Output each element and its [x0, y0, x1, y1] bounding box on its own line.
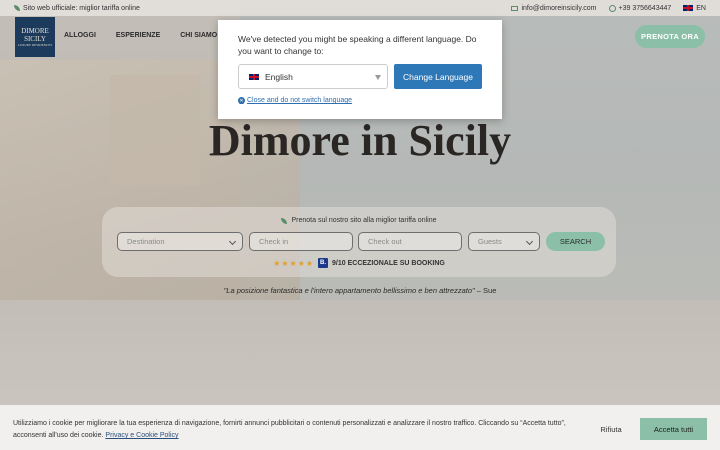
site-logo[interactable]: DIMORE SICILY LUXURY RESIDENCES: [15, 17, 55, 57]
rating-text: 9/10 ECCEZIONALE SU BOOKING: [332, 259, 445, 267]
language-code: EN: [696, 4, 706, 12]
top-bar: Sito web ufficiale: miglior tariffa onli…: [0, 0, 720, 16]
language-select[interactable]: English: [238, 64, 388, 89]
nav-item-alloggi[interactable]: ALLOGGI: [64, 32, 96, 39]
search-button[interactable]: SEARCH: [546, 232, 605, 251]
close-icon: ✕: [238, 97, 245, 104]
change-language-button[interactable]: Change Language: [394, 64, 482, 89]
uk-flag-icon: [249, 73, 259, 80]
reject-cookies-button[interactable]: Rifiuta: [590, 418, 632, 440]
close-popup-text: Close and do not switch language: [247, 97, 353, 104]
accept-cookies-button[interactable]: Accetta tutti: [640, 418, 707, 440]
email-text: info@dimoreinsicily.com: [521, 4, 597, 12]
language-popup-message: We've detected you might be speaking a d…: [238, 34, 477, 56]
language-switcher[interactable]: EN: [683, 5, 706, 12]
phone-text: +39 3756643447: [618, 4, 672, 12]
checkin-input[interactable]: Check in: [249, 232, 353, 251]
mail-icon: [511, 5, 519, 11]
guests-select[interactable]: Guests: [468, 232, 540, 251]
chevron-down-icon: [525, 237, 534, 246]
official-site-text: Sito web ufficiale: miglior tariffa onli…: [23, 4, 140, 12]
booking-logo-icon: B.: [318, 258, 329, 268]
whatsapp-icon: [608, 4, 616, 12]
hero-title: Dimore in Sicily: [208, 116, 512, 165]
search-note-text: Prenota sul nostro sito alla miglior tar…: [291, 217, 437, 224]
language-select-value: English: [265, 71, 293, 82]
email-link[interactable]: info@dimoreinsicily.com: [511, 4, 597, 12]
close-popup-link[interactable]: ✕ Close and do not switch language: [238, 97, 352, 104]
star-rating-icon: ★★★★★: [273, 258, 315, 268]
checkout-placeholder: Check out: [368, 237, 402, 246]
dropdown-arrow-icon: [375, 75, 381, 80]
destination-placeholder: Destination: [127, 237, 165, 246]
nav-item-chi-siamo[interactable]: CHI SIAMO: [180, 32, 217, 39]
nav-item-esperienze[interactable]: ESPERIENZE: [116, 32, 160, 39]
uk-flag-icon: [683, 5, 694, 11]
phone-link[interactable]: +39 3756643447: [608, 4, 672, 12]
quote-author: – Sue: [476, 286, 497, 295]
main-nav: ALLOGGI ESPERIENZE CHI SIAMO: [64, 32, 217, 39]
book-now-button[interactable]: PRENOTA ORA: [635, 25, 705, 48]
checkout-input[interactable]: Check out: [358, 232, 462, 251]
guest-quote: "La posizione fantastica e l'intero appa…: [0, 286, 720, 295]
checkin-placeholder: Check in: [259, 237, 289, 246]
chevron-down-icon: [228, 237, 237, 246]
cookie-text: Utilizziamo i cookie per migliorare la t…: [13, 418, 573, 442]
guests-placeholder: Guests: [478, 237, 502, 246]
privacy-policy-link[interactable]: Privacy e Cookie Policy: [105, 432, 178, 439]
search-note: Prenota sul nostro sito alla miglior tar…: [102, 217, 616, 224]
leaf-icon: [14, 5, 20, 11]
cookie-message: Utilizziamo i cookie per migliorare la t…: [13, 420, 566, 439]
quote-text: "La posizione fantastica e l'intero appa…: [223, 286, 475, 295]
search-card: Prenota sul nostro sito alla miglior tar…: [102, 207, 616, 277]
logo-tagline: LUXURY RESIDENCES: [17, 43, 53, 47]
destination-select[interactable]: Destination: [117, 232, 243, 251]
booking-rating: ★★★★★ B. 9/10 ECCEZIONALE SU BOOKING: [102, 258, 616, 268]
language-popup: We've detected you might be speaking a d…: [218, 20, 502, 119]
leaf-icon: [281, 217, 288, 224]
logo-line-1: DIMORE: [21, 27, 49, 35]
official-site-note: Sito web ufficiale: miglior tariffa onli…: [14, 5, 140, 12]
logo-line-2: SICILY: [24, 35, 46, 43]
